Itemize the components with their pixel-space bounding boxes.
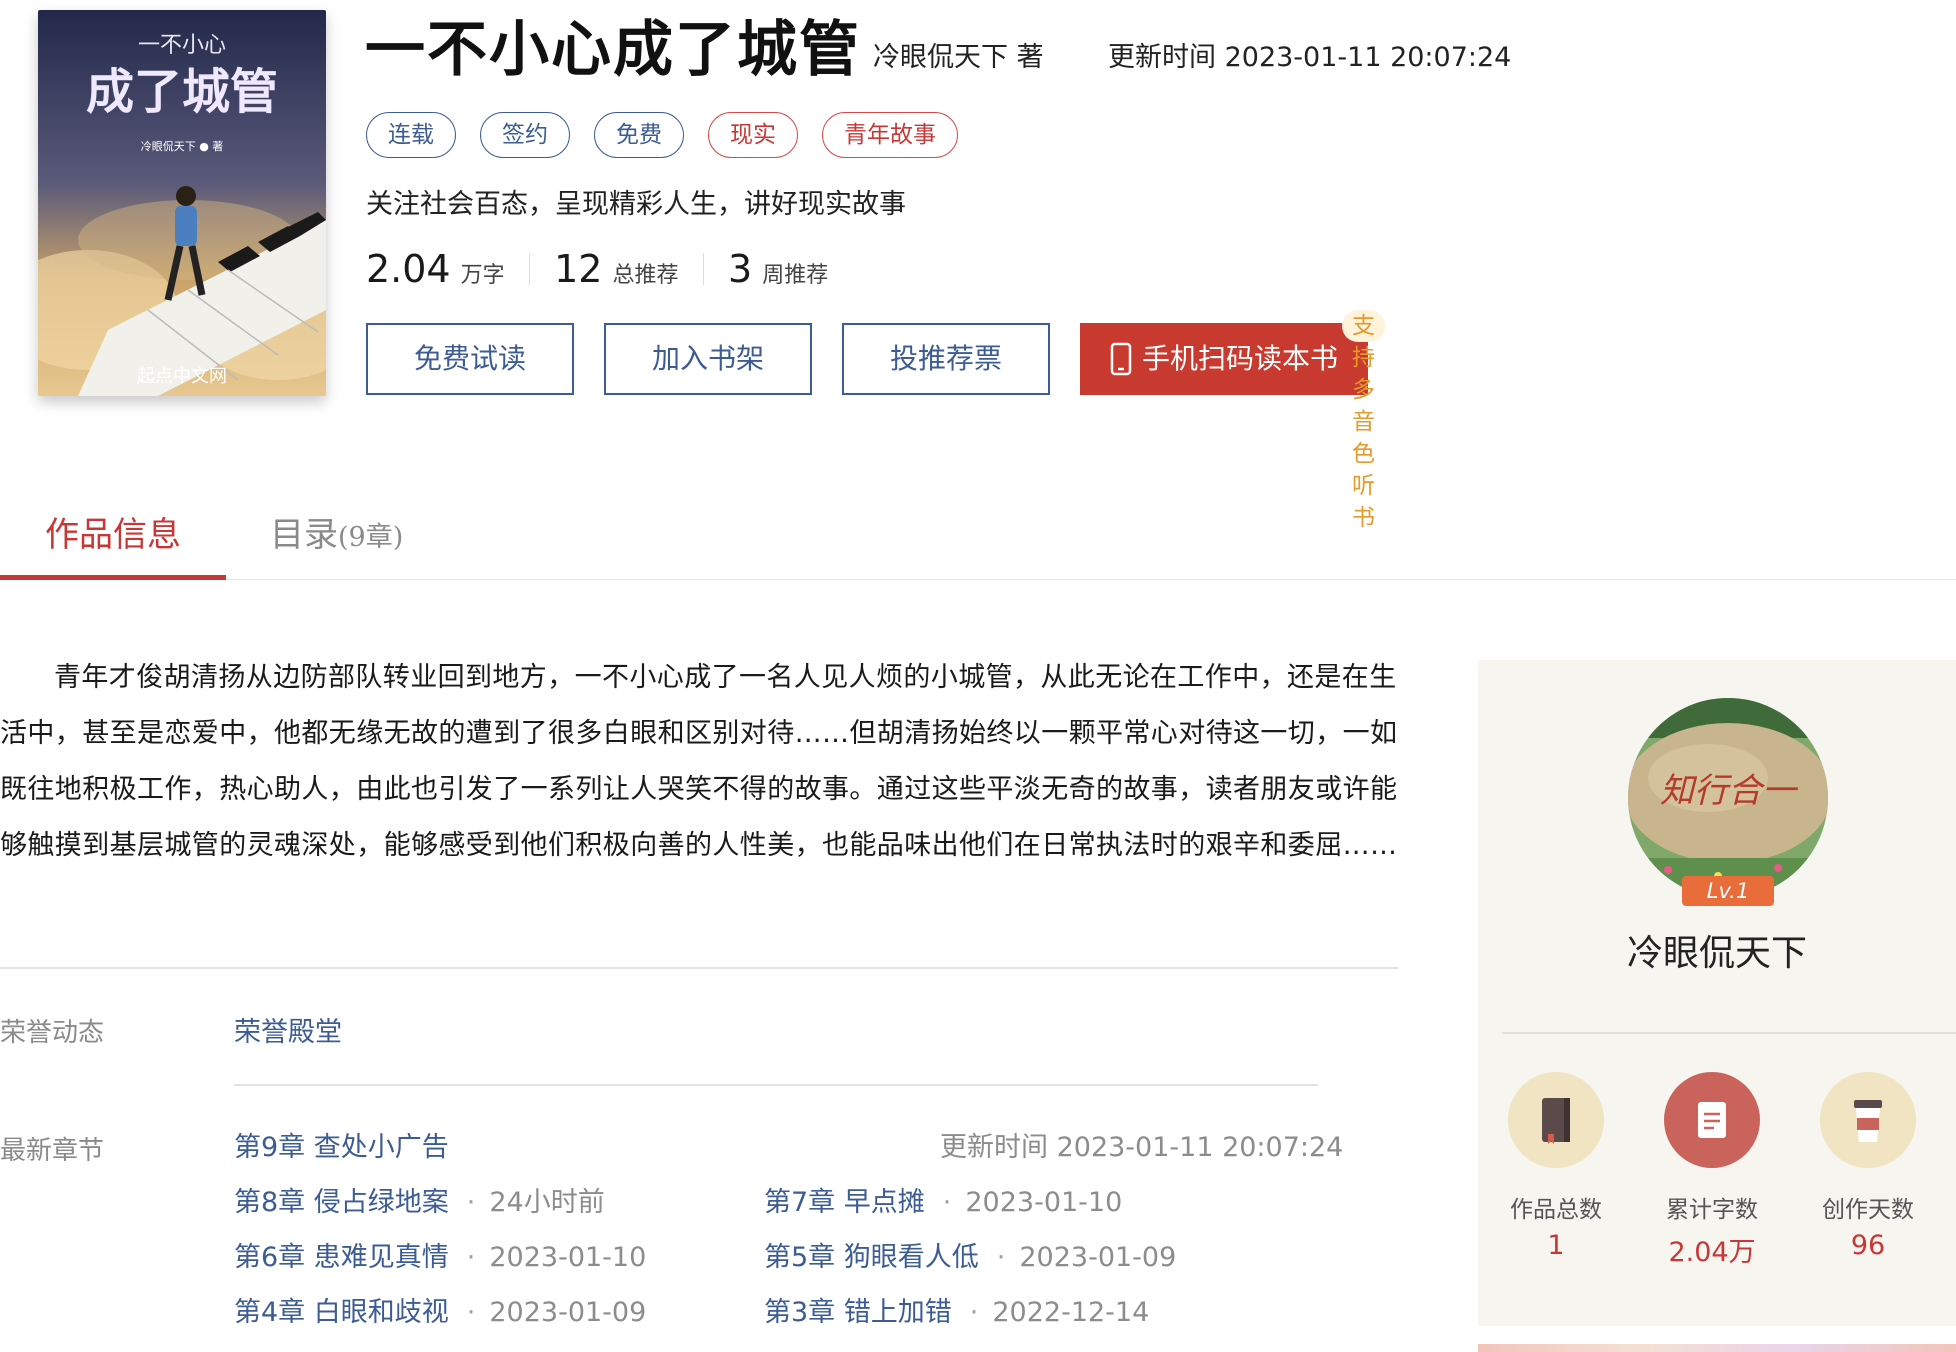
- tag-signed[interactable]: 签约: [480, 112, 570, 158]
- author-card: 知行合一 Lv.1 冷眼侃天下 作品总数 1 累计字数 2.04万 创作天数 9…: [1478, 660, 1956, 1326]
- stat-value: 2.04: [366, 247, 451, 291]
- chapter-link-8[interactable]: 第8章 侵占绿地案: [234, 1187, 449, 1218]
- tab-book-info[interactable]: 作品信息: [0, 500, 226, 580]
- stat-word-count: 2.04 万字: [366, 246, 505, 292]
- chapter-item: 第3章 错上加错 · 2022-12-14: [764, 1295, 1149, 1331]
- divider: [0, 967, 1398, 969]
- avatar[interactable]: 知行合一: [1628, 698, 1828, 898]
- book-detail-page: 一不小心 成了城管 冷眼侃天下 ● 著 起点中文网 一不小心成了城管 冷眼侃天下…: [0, 0, 1956, 1352]
- stat-total-recommend: 12 总推荐: [554, 246, 678, 292]
- svg-text:知行合一: 知行合一: [1660, 771, 1799, 811]
- chapter-link-9[interactable]: 第9章 查处小广告: [234, 1130, 449, 1166]
- separator-dot: ·: [969, 1297, 979, 1328]
- scan-to-read-button[interactable]: 手机扫码读本书: [1080, 323, 1368, 395]
- svg-text:一不小心: 一不小心: [138, 33, 226, 58]
- chapter-link-3[interactable]: 第3章 错上加错: [764, 1297, 952, 1328]
- separator-dot: ·: [466, 1187, 476, 1218]
- chapter-time: 2023-01-10: [489, 1242, 647, 1273]
- book-icon: [1508, 1072, 1604, 1168]
- book-description: 青年才俊胡清扬从边防部队转业回到地方，一不小心成了一名人见人烦的小城管，从此无论…: [0, 662, 1398, 861]
- author-stat-value: 96: [1850, 1230, 1886, 1261]
- avatar-image: 知行合一: [1628, 698, 1828, 898]
- tab-toc-count: (9章): [338, 522, 404, 553]
- latest-chapter-label: 最新章节: [0, 1136, 105, 1166]
- chapter-link-6[interactable]: 第6章 患难见真情: [234, 1242, 449, 1273]
- book-cover[interactable]: 一不小心 成了城管 冷眼侃天下 ● 著 起点中文网: [38, 10, 326, 396]
- book-title: 一不小心成了城管: [365, 15, 861, 85]
- level-badge: Lv.1: [1682, 876, 1774, 906]
- coffee-cup-icon: [1820, 1072, 1916, 1168]
- chapter-item: 第5章 狗眼看人低 · 2023-01-09: [764, 1240, 1176, 1276]
- tag-serializing[interactable]: 连载: [366, 112, 456, 158]
- phone-icon: [1110, 342, 1132, 376]
- separator-dot: ·: [996, 1242, 1006, 1273]
- author-stat-works: 作品总数 1: [1496, 1072, 1616, 1261]
- stat-value: 12: [554, 247, 603, 291]
- author-stat-words: 累计字数 2.04万: [1652, 1072, 1772, 1269]
- banner-strip: [1478, 1344, 1956, 1352]
- latest-update-time: 更新时间 2023-01-11 20:07:24: [940, 1132, 1344, 1163]
- author-avatar-wrap[interactable]: 知行合一 Lv.1: [1628, 698, 1828, 906]
- tag-free[interactable]: 免费: [594, 112, 684, 158]
- tag-youth-story[interactable]: 青年故事: [822, 112, 958, 158]
- chapter-item: 第8章 侵占绿地案 · 24小时前: [234, 1185, 605, 1221]
- stat-divider: [702, 253, 704, 285]
- svg-text:冷眼侃天下 ● 著: 冷眼侃天下 ● 著: [141, 139, 224, 153]
- honor-hall-link[interactable]: 荣誉殿堂: [234, 1010, 342, 1049]
- chapter-link-5[interactable]: 第5章 狗眼看人低: [764, 1242, 979, 1273]
- chapter-time: 2023-01-10: [965, 1187, 1123, 1218]
- tag-reality[interactable]: 现实: [708, 112, 798, 158]
- tab-bar: 作品信息 目录(9章): [0, 500, 1956, 580]
- document-icon: [1664, 1072, 1760, 1168]
- chapter-time: 2022-12-14: [992, 1297, 1150, 1328]
- honor-label: 荣誉动态: [0, 1018, 105, 1048]
- author-stat-label: 创作天数: [1822, 1197, 1914, 1223]
- divider: [1502, 1032, 1956, 1034]
- chapter-link-4[interactable]: 第4章 白眼和歧视: [234, 1297, 449, 1328]
- audio-book-badge: 支持多音色听书: [1342, 310, 1385, 531]
- author-stat-value: 1: [1547, 1230, 1565, 1261]
- book-author[interactable]: 冷眼侃天下 著: [873, 40, 1044, 76]
- stat-weekly-recommend: 3 周推荐: [728, 246, 828, 292]
- separator-dot: ·: [466, 1242, 476, 1273]
- svg-text:起点中文网: 起点中文网: [137, 366, 227, 387]
- divider: [234, 1084, 1318, 1086]
- author-stat-days: 创作天数 96: [1808, 1072, 1928, 1261]
- chapter-item: 第4章 白眼和歧视 · 2023-01-09: [234, 1295, 646, 1331]
- stat-divider: [528, 253, 531, 285]
- free-read-button[interactable]: 免费试读: [366, 323, 574, 395]
- vote-recommend-button[interactable]: 投推荐票: [842, 323, 1050, 395]
- stat-value: 3: [728, 247, 753, 291]
- chapter-time: 24小时前: [489, 1187, 605, 1218]
- book-stats: 2.04 万字 12 总推荐 3 周推荐: [366, 246, 828, 292]
- chapter-item: 第6章 患难见真情 · 2023-01-10: [234, 1240, 646, 1276]
- stat-unit: 万字: [460, 263, 505, 288]
- book-intro: 关注社会百态，呈现精彩人生，讲好现实故事: [366, 189, 906, 220]
- chapter-link-7[interactable]: 第7章 早点摊: [764, 1187, 925, 1218]
- stat-unit: 总推荐: [612, 263, 679, 288]
- stat-unit: 周推荐: [762, 263, 829, 288]
- separator-dot: ·: [466, 1297, 476, 1328]
- author-name[interactable]: 冷眼侃天下: [1517, 924, 1917, 976]
- tab-toc-label: 目录: [270, 515, 338, 555]
- chapter-time: 2023-01-09: [1019, 1242, 1177, 1273]
- scan-button-label: 手机扫码读本书: [1141, 342, 1338, 375]
- svg-text:成了城管: 成了城管: [86, 64, 278, 120]
- cover-illustration: 一不小心 成了城管 冷眼侃天下 ● 著 起点中文网: [38, 10, 326, 396]
- author-stat-label: 作品总数: [1510, 1197, 1602, 1223]
- tab-table-of-contents[interactable]: 目录(9章): [270, 500, 403, 580]
- update-time: 更新时间 2023-01-11 20:07:24: [1108, 42, 1512, 73]
- author-stat-value: 2.04万: [1668, 1237, 1756, 1268]
- tag-list: 连载 签约 免费 现实 青年故事: [366, 112, 958, 158]
- chapter-time: 2023-01-09: [489, 1297, 647, 1328]
- chapter-item: 第7章 早点摊 · 2023-01-10: [764, 1185, 1122, 1221]
- separator-dot: ·: [942, 1187, 952, 1218]
- add-to-shelf-button[interactable]: 加入书架: [604, 323, 812, 395]
- author-stat-label: 累计字数: [1666, 1197, 1758, 1223]
